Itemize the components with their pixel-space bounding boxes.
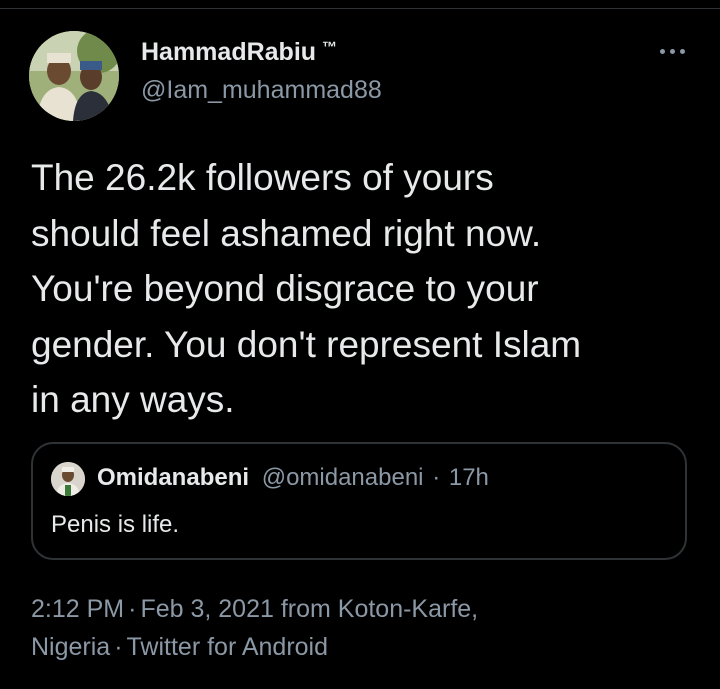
more-options-button[interactable] [652, 36, 692, 66]
tweet-text-line: in any ways. [31, 379, 235, 420]
tweet-date[interactable]: Feb 3, 2021 [140, 595, 273, 623]
author-handle[interactable]: @Iam_muhammad88 [141, 76, 382, 105]
metadata-line-1: 2:12 PM · Feb 3, 2021 from Koton-Karfe, [31, 590, 478, 628]
quoted-tweet-text: Penis is life. [51, 511, 180, 538]
tweet-text-line: gender. You don't represent Islam [31, 323, 582, 365]
profile-photo-icon [51, 462, 85, 496]
tweet-source[interactable]: Twitter for Android [127, 633, 328, 661]
author-avatar[interactable] [29, 31, 119, 121]
author-name-suffix: ™ [322, 39, 338, 56]
tweet-text: The 26.2k followers of yours should feel… [31, 150, 691, 428]
more-options-icon [669, 48, 675, 54]
quoted-author-handle[interactable]: @omidanabeni [262, 464, 424, 491]
metadata-separator: · [114, 633, 123, 661]
author-name-text: HammadRabiu [141, 38, 317, 66]
more-options-icon [679, 48, 685, 54]
tweet-location-country[interactable]: Nigeria [31, 633, 110, 661]
author-display-name[interactable]: HammadRabiu ™ [141, 38, 337, 67]
quoted-timestamp[interactable]: 17h [449, 464, 489, 491]
tweet-time[interactable]: 2:12 PM [31, 595, 124, 623]
quoted-author-name[interactable]: Omidanabeni [97, 464, 249, 491]
top-divider [0, 8, 720, 9]
metadata-separator: · [128, 595, 137, 623]
tweet-location[interactable]: from Koton-Karfe, [281, 595, 478, 623]
profile-photo-icon [29, 31, 119, 121]
more-options-icon [659, 48, 665, 54]
quoted-tweet-header: Omidanabeni @omidanabeni · 17h [97, 464, 489, 492]
tweet-metadata: 2:12 PM · Feb 3, 2021 from Koton-Karfe, Ni… [31, 590, 478, 666]
quoted-tweet-card[interactable]: Omidanabeni @omidanabeni · 17h Penis is … [31, 442, 687, 560]
tweet-text-line: You're beyond disgrace to your [31, 268, 539, 309]
tweet-text-line: The 26.2k followers of yours [31, 157, 494, 198]
quoted-author-avatar[interactable] [51, 462, 85, 496]
metadata-line-2: Nigeria · Twitter for Android [31, 628, 478, 666]
quoted-separator: · [432, 464, 441, 491]
tweet-text-line: should feel ashamed right now. [31, 212, 542, 254]
